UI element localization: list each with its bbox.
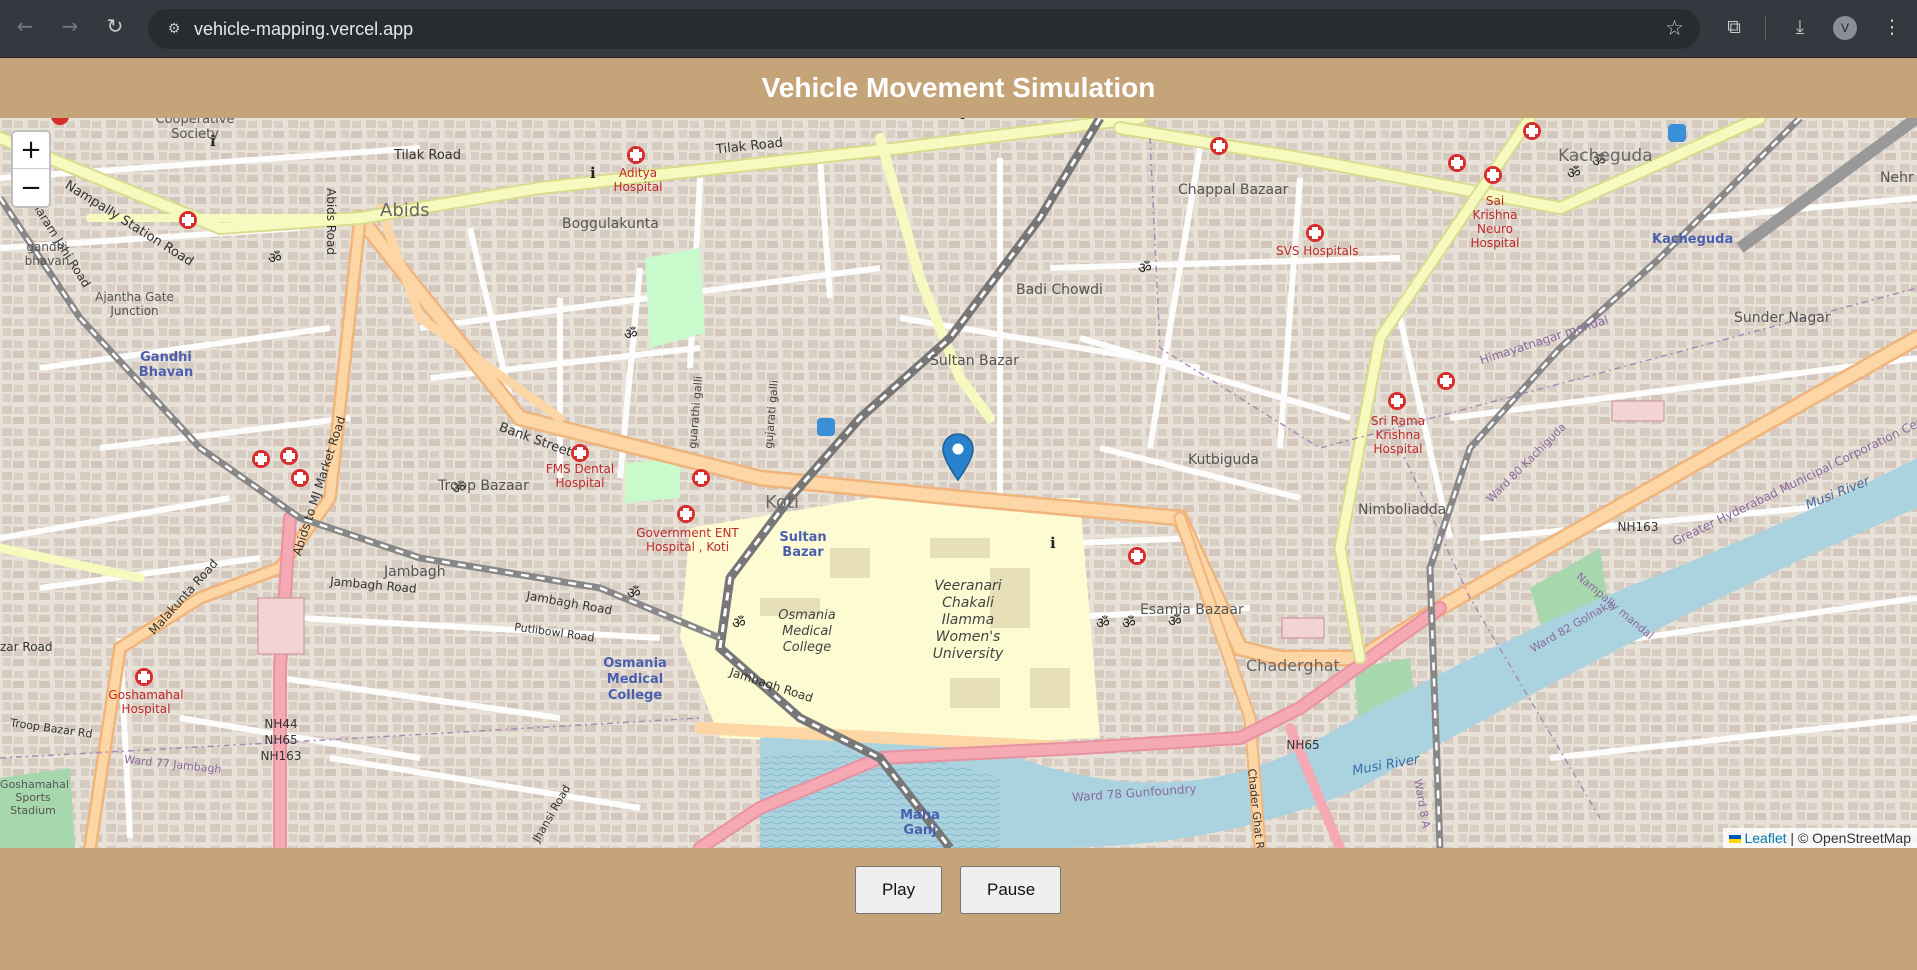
page-header: Vehicle Movement Simulation [0,58,1917,118]
zoom-control: + − [11,130,51,208]
bookmark-star-icon[interactable]: ☆ [1665,16,1684,40]
play-button[interactable]: Play [855,866,942,914]
svg-text:ℹ: ℹ [210,132,216,150]
reload-icon[interactable]: ↻ [100,11,130,41]
ukraine-flag-icon [1729,835,1742,844]
osm-attribution: | © OpenStreetMap [1790,830,1911,846]
svg-text:ॐ: ॐ [1592,152,1606,170]
svg-text:ℹ: ℹ [1050,534,1056,552]
pause-button[interactable]: Pause [960,866,1061,914]
map-tiles[interactable]: ॐॐॐ ॐॐॐ ॐॐॐ ॐॐॐ ℹℹ ℹ [0,118,1917,848]
address-bar[interactable]: ⚙ vehicle-mapping.vercel.app ☆ [148,9,1700,49]
svg-text:ॐ: ॐ [627,584,641,602]
svg-text:ॐ: ॐ [732,614,746,632]
download-icon[interactable]: ⤓ [1786,13,1814,41]
svg-text:ॐ: ॐ [624,325,638,343]
leaflet-link[interactable]: Leaflet [1744,830,1786,846]
toolbar-divider [1765,17,1766,39]
profile-avatar[interactable]: V [1833,16,1857,40]
url-text[interactable]: vehicle-mapping.vercel.app [194,19,413,40]
menu-icon[interactable]: ⋮ [1878,13,1906,41]
map-attribution: Leaflet | © OpenStreetMap [1723,828,1917,848]
svg-text:ॐ: ॐ [1168,612,1182,630]
svg-text:ॐ: ॐ [958,118,972,124]
page-title: Vehicle Movement Simulation [761,72,1156,103]
svg-text:ॐ: ॐ [1138,259,1152,277]
svg-text:ॐ: ॐ [268,249,282,267]
svg-text:ॐ: ॐ [452,479,466,497]
bus-stop-icon [817,418,835,436]
extensions-icon[interactable]: ⧉ [1720,13,1748,41]
map-container[interactable]: ॐॐॐ ॐॐॐ ॐॐॐ ॐॐॐ ℹℹ ℹ Cooperative Society… [0,118,1917,848]
svg-text:ℹ: ℹ [590,164,596,182]
svg-text:ॐ: ॐ [1096,614,1110,632]
zoom-out-button[interactable]: − [13,169,49,206]
forward-icon[interactable]: → [55,11,85,41]
zoom-in-button[interactable]: + [13,132,49,169]
svg-text:ॐ: ॐ [1567,164,1581,182]
controls-bar: Play Pause [0,848,1917,970]
vehicle-marker-icon[interactable] [941,432,975,482]
browser-toolbar: ← → ↻ ⚙ vehicle-mapping.vercel.app ☆ ⧉ ⤓… [0,0,1917,58]
svg-text:ॐ: ॐ [1122,614,1136,632]
back-icon[interactable]: ← [10,11,40,41]
site-info-icon[interactable]: ⚙ [164,19,184,39]
